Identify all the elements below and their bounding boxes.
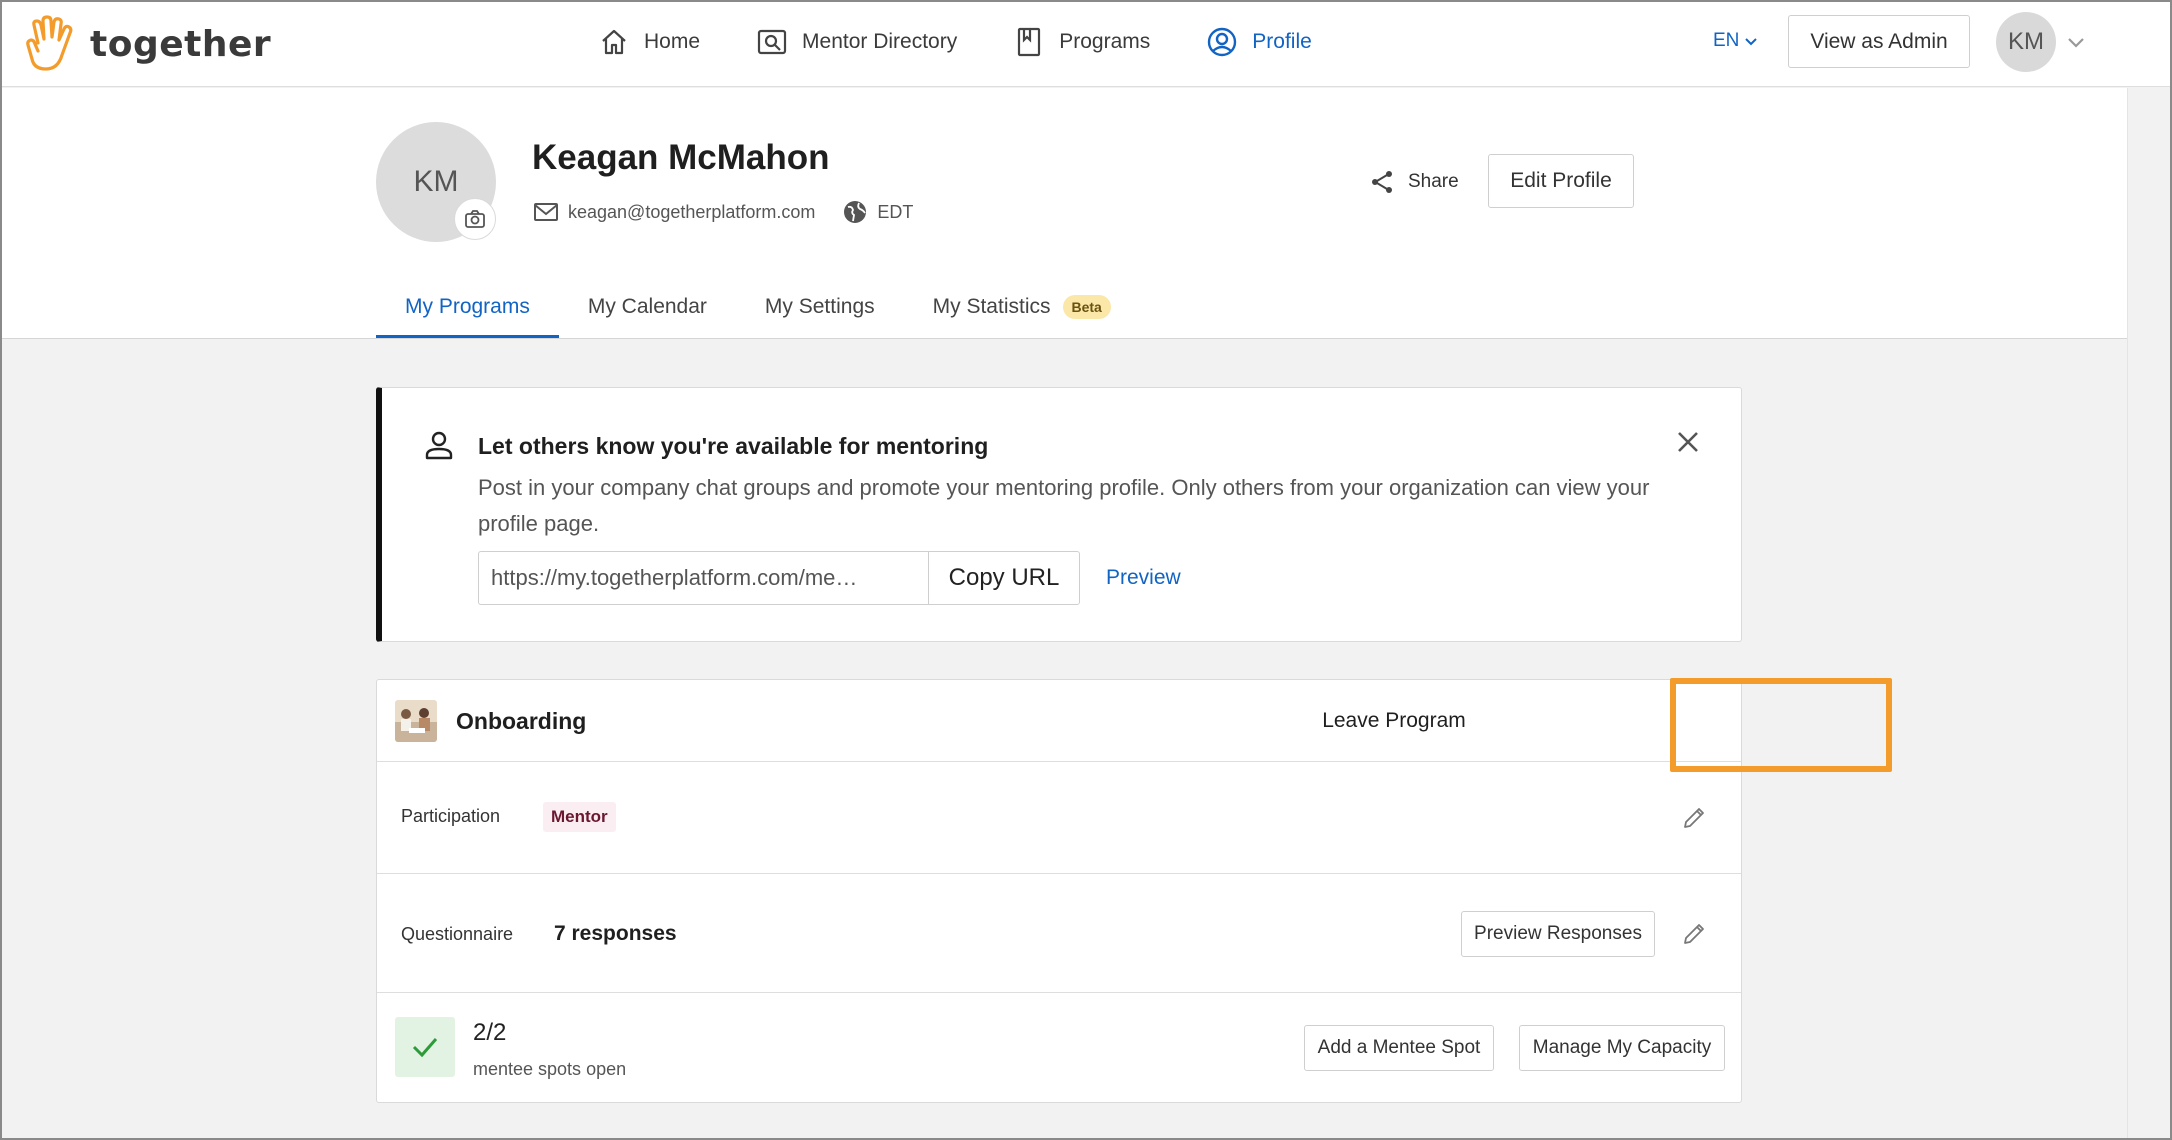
app-window: together Home Mentor Directory Programs … [0,0,2172,1140]
availability-body: Post in your company chat groups and pro… [478,475,1650,536]
bookmark-icon [1018,27,1041,57]
add-mentee-spot-button[interactable]: Add a Mentee Spot [1304,1025,1494,1071]
nav-programs-label: Programs [1059,30,1151,53]
responses-count: 7 responses [554,922,677,945]
availability-title: Let others know you're available for men… [478,433,989,459]
globe-icon [844,201,867,223]
questionnaire-row: Questionnaire 7 responses Preview Respon… [377,874,1741,993]
nav-home[interactable]: Home [598,26,700,58]
view-as-admin-button[interactable]: View as Admin [1788,15,1970,68]
capacity-row: 2/2 mentee spots open Add a Mentee Spot … [377,993,1741,1103]
check-icon [412,1038,438,1058]
profile-header: KM Keagan McMahon keagan@togetherplatfor… [2,88,2127,339]
waving-hand-icon [26,15,73,71]
change-photo-button[interactable] [454,198,496,240]
chevron-down-icon[interactable] [2064,30,2088,54]
person-icon [425,431,453,460]
tab-my-programs[interactable]: My Programs [376,278,559,338]
chevron-down-icon [1745,38,1758,46]
nav-mentor-directory-label: Mentor Directory [802,30,958,53]
mail-icon [534,203,558,221]
profile-url-input[interactable] [478,551,928,605]
program-card: Onboarding Participation Mentor Question… [376,679,1742,1103]
profile-icon [1208,27,1237,57]
profile-url-group: Copy URL [478,551,1080,605]
user-avatar[interactable]: KM [1996,12,2056,72]
camera-icon [465,210,485,228]
tab-my-calendar[interactable]: My Calendar [559,278,736,338]
tab-my-statistics[interactable]: My Statistics Beta [904,278,1140,338]
close-icon[interactable] [1672,426,1704,458]
copy-url-button[interactable]: Copy URL [928,551,1080,605]
nav-profile-label: Profile [1252,30,1312,53]
program-image-icon [395,700,437,742]
tab-my-settings[interactable]: My Settings [736,278,904,338]
top-navbar: together Home Mentor Directory Programs … [2,2,2170,87]
capacity-status [395,1017,455,1077]
profile-email: keagan@togetherplatform.com [568,201,816,222]
directory-icon [757,29,787,55]
spots-count: 2/2 [473,1019,507,1046]
program-thumbnail [395,700,437,742]
scrollbar-track[interactable] [2127,88,2170,1138]
role-badge: Mentor [543,802,616,832]
edit-pencil-icon[interactable] [1680,804,1708,832]
nav-profile[interactable]: Profile [1206,26,1312,58]
edit-pencil-icon[interactable] [1680,920,1708,948]
logo-text: together [90,23,272,65]
logo[interactable]: together [24,14,271,74]
manage-capacity-button[interactable]: Manage My Capacity [1519,1025,1725,1071]
tab-my-statistics-label: My Statistics [932,294,1051,318]
beta-badge: Beta [1062,294,1111,319]
language-select[interactable]: EN [1713,30,1759,52]
participation-label: Participation [401,806,501,826]
preview-link[interactable]: Preview [1106,566,1181,590]
nav-mentor-directory[interactable]: Mentor Directory [756,26,957,58]
share-label: Share [1408,171,1459,192]
share-button[interactable]: Share [1368,168,1459,196]
timezone-value: EDT [877,201,914,222]
edit-profile-button[interactable]: Edit Profile [1488,154,1634,208]
main-nav: Home Mentor Directory Programs Profile [598,20,1368,64]
spots-label: mentee spots open [473,1059,627,1079]
share-icon [1372,171,1392,193]
participation-row: Participation Mentor [377,762,1741,874]
questionnaire-label: Questionnaire [401,924,514,944]
profile-meta: keagan@togetherplatform.com EDT [532,198,913,226]
program-title: Onboarding [456,708,587,734]
program-header-row: Onboarding [377,680,1741,762]
profile-timezone: EDT [841,198,913,226]
preview-responses-button[interactable]: Preview Responses [1461,911,1655,957]
nav-programs[interactable]: Programs [1013,26,1150,58]
availability-card: Let others know you're available for men… [376,387,1742,642]
language-value: EN [1713,30,1740,51]
nav-home-label: Home [644,30,701,53]
leave-program-button[interactable]: Leave Program [1300,681,1488,761]
profile-name: Keagan McMahon [532,138,830,177]
home-icon [602,29,626,55]
profile-tabs: My Programs My Calendar My Settings My S… [376,278,1140,338]
